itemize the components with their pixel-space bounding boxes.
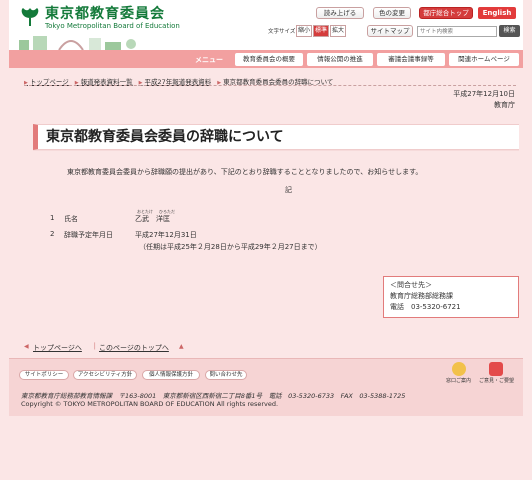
site-logo[interactable]: 東京都教育委員会 Tokyo Metropolitan Board of Edu… — [19, 6, 180, 30]
header-illustration — [19, 36, 136, 50]
resignation-date: 平成27年12月31日 — [135, 231, 197, 239]
window-guide-label[interactable]: 窓口ご案内 — [446, 377, 471, 384]
item-number: 1 — [50, 214, 55, 222]
footer-address: 東京都教育庁総務部教育情報課 〒163-8001 東京都新宿区西新宿二丁目8番1… — [21, 392, 406, 400]
release-date: 平成27年12月10日 — [453, 90, 515, 98]
copyright: Copyright © TOKYO METROPOLITAN BOARD OF … — [21, 400, 279, 408]
font-standard-button[interactable]: 標準 — [313, 25, 329, 37]
page-title: 東京都教育委員会委員の辞職について — [46, 129, 284, 145]
issuer: 教育庁 — [494, 101, 515, 109]
nav-item-minutes[interactable]: 審議会議事録等 — [377, 53, 445, 66]
logo-title: 東京都教育委員会 — [45, 6, 165, 22]
item-label: 辞職予定年月日 — [64, 231, 113, 239]
page: 東京都教育委員会 Tokyo Metropolitan Board of Edu… — [9, 0, 523, 480]
sitemap-button[interactable]: サイトマップ — [367, 25, 413, 37]
item-number: 2 — [50, 230, 55, 238]
member-name: 乙武 洋匡 — [135, 215, 170, 223]
window-guide-icon[interactable] — [452, 362, 466, 376]
divider — [24, 85, 516, 86]
metro-top-button[interactable]: 都庁総合トップ — [419, 7, 473, 19]
date-block: 平成27年12月10日 教育庁 — [453, 89, 515, 111]
english-button[interactable]: English — [478, 7, 516, 19]
read-aloud-button[interactable]: 読み上げる — [316, 7, 364, 19]
nav-item-overview[interactable]: 教育委員会の概要 — [235, 53, 303, 66]
arrow-left-icon: ◀ — [24, 343, 29, 350]
font-small-button[interactable]: 縮小 — [296, 25, 312, 37]
nav-item-related[interactable]: 関連ホームページ — [449, 53, 519, 66]
footer-link-accessibility[interactable]: アクセシビリティ方針 — [73, 370, 137, 380]
contact-phone: 電話 03-5320-6721 — [390, 303, 461, 311]
ki-mark: 記 — [285, 186, 292, 194]
contact-heading: ＜問合せ先＞ — [390, 281, 432, 289]
to-top-page-link[interactable]: トップページへ — [33, 343, 82, 353]
separator: │ — [93, 343, 97, 350]
term-note: （任期は平成25年２月28日から平成29年２月27日まで） — [139, 243, 322, 251]
logo-subtitle: Tokyo Metropolitan Board of Education — [45, 22, 180, 30]
search-button[interactable]: 検索 — [499, 25, 520, 37]
ginkgo-logo-icon — [21, 8, 39, 26]
nav-menu-label: メニュー — [195, 56, 223, 64]
color-change-button[interactable]: 色の変更 — [373, 7, 411, 19]
footer-link-privacy[interactable]: 個人情報保護方針 — [142, 370, 200, 380]
contact-dept: 教育庁総務部総務課 — [390, 292, 453, 300]
search-input[interactable] — [417, 26, 497, 37]
opinion-icon[interactable] — [489, 362, 503, 376]
item-label: 氏名 — [64, 215, 78, 223]
font-large-button[interactable]: 拡大 — [330, 25, 346, 37]
footer-link-contact[interactable]: 問い合わせ先 — [205, 370, 247, 380]
arrow-up-icon: ▲ — [179, 343, 184, 350]
body-text: 東京都教育委員会委員から辞職願の提出があり、下記のとおり辞職することとなりました… — [67, 168, 423, 176]
text-size-label: 文字サイズ — [268, 29, 296, 35]
nav-item-disclosure[interactable]: 情報公開の推進 — [307, 53, 373, 66]
page-top-link[interactable]: このページのトップへ — [99, 343, 169, 353]
opinion-label[interactable]: ご意見・ご要望 — [479, 377, 514, 384]
page-title-box: 東京都教育委員会委員の辞職について — [33, 124, 519, 150]
contact-box: ＜問合せ先＞ 教育庁総務部総務課 電話 03-5320-6721 — [383, 276, 519, 318]
footer-link-site-policy[interactable]: サイトポリシー — [19, 370, 69, 380]
